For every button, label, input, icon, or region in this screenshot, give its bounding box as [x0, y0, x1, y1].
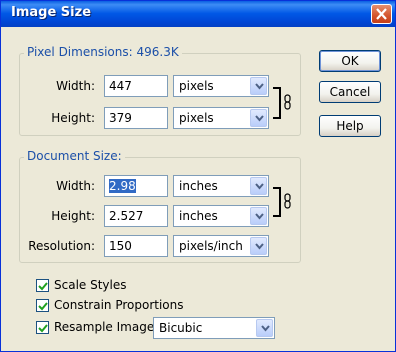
pixel-constrain-bracket — [273, 87, 281, 119]
pixel-width-unit-select[interactable]: pixels — [173, 75, 269, 97]
scale-styles-label[interactable]: Scale Styles — [54, 278, 127, 292]
chevron-down-icon[interactable] — [250, 109, 267, 127]
resample-method-select[interactable]: Bicubic — [153, 317, 275, 339]
chevron-down-icon[interactable] — [250, 77, 267, 95]
pixel-height-unit-select[interactable]: pixels — [173, 107, 269, 129]
document-height-unit-select[interactable]: inches — [173, 205, 269, 227]
chevron-down-icon[interactable] — [256, 319, 273, 337]
checkmark-icon — [38, 324, 48, 333]
chain-link-icon — [284, 193, 291, 209]
pixel-height-label: Height: — [51, 111, 95, 125]
document-width-label: Width: — [56, 179, 95, 193]
title-bar[interactable]: Image Size — [1, 1, 395, 27]
chevron-down-icon[interactable] — [250, 207, 267, 225]
document-size-legend: Document Size: — [24, 149, 125, 163]
scale-styles-checkbox[interactable] — [36, 279, 49, 292]
chevron-down-icon[interactable] — [250, 177, 267, 195]
image-size-dialog: Image Size Pixel Dimensions: 496.3K Widt… — [0, 0, 396, 352]
document-width-unit-select[interactable]: inches — [173, 175, 269, 197]
constrain-proportions-label[interactable]: Constrain Proportions — [54, 298, 184, 312]
resolution-label: Resolution: — [28, 239, 95, 253]
pixel-dimensions-size: 496.3K — [136, 45, 179, 59]
resolution-unit-select[interactable]: pixels/inch — [173, 235, 269, 257]
resolution-field[interactable]: 150 — [104, 235, 168, 257]
resample-image-checkbox[interactable] — [36, 321, 49, 334]
pixel-height-field[interactable]: 379 — [104, 107, 168, 129]
dialog-title: Image Size — [11, 5, 92, 20]
chevron-down-icon[interactable] — [250, 237, 267, 255]
cancel-button[interactable]: Cancel — [319, 81, 381, 103]
pixel-width-label: Width: — [56, 79, 95, 93]
document-width-field[interactable]: 2.98 — [104, 175, 168, 197]
ok-button[interactable]: OK — [319, 50, 381, 72]
document-height-field[interactable]: 2.527 — [104, 205, 168, 227]
pixel-dimensions-legend: Pixel Dimensions: 496.3K — [24, 45, 182, 59]
close-icon — [376, 8, 387, 20]
help-button[interactable]: Help — [319, 115, 381, 137]
document-constrain-bracket — [273, 187, 281, 217]
checkmark-icon — [38, 302, 48, 311]
pixel-width-field[interactable]: 447 — [104, 75, 168, 97]
close-button[interactable] — [371, 4, 392, 24]
checkmark-icon — [38, 282, 48, 291]
resample-image-label[interactable]: Resample Image: — [54, 320, 158, 334]
constrain-proportions-checkbox[interactable] — [36, 299, 49, 312]
document-height-label: Height: — [51, 209, 95, 223]
chain-link-icon — [284, 94, 291, 110]
